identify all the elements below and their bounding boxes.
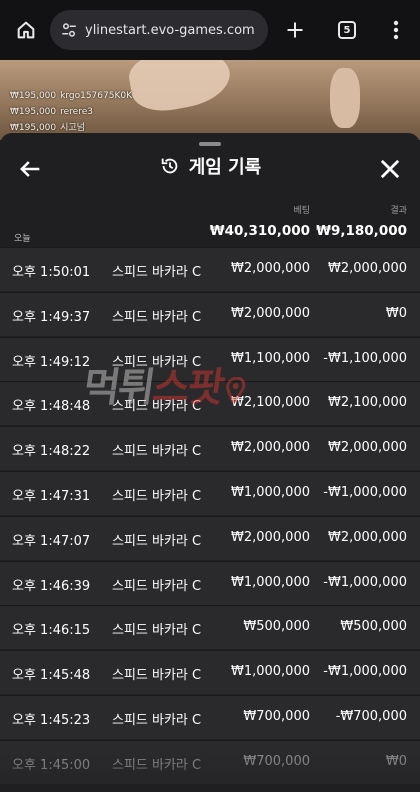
row-time: 오후 1:47:07	[12, 533, 91, 549]
row-game: 스피드 바카라 C	[112, 712, 202, 728]
row-game: 스피드 바카라 C	[112, 309, 202, 325]
summary-header: 베팅 결과 오늘 ₩40,310,000 ₩9,180,000	[0, 199, 420, 249]
row-bet: ₩2,000,000	[230, 305, 310, 321]
tab-count: 5	[338, 21, 356, 39]
row-result: ₩500,000	[340, 619, 407, 635]
history-row[interactable]: 오후 1:47:07 스피드 바카라 C ₩2,000,000 ₩2,000,0…	[0, 515, 420, 560]
row-bet: ₩1,000,000	[230, 664, 310, 680]
row-game: 스피드 바카라 C	[112, 668, 202, 684]
row-bet: ₩1,000,000	[230, 574, 310, 590]
row-time: 오후 1:48:22	[12, 444, 91, 460]
drag-handle[interactable]	[199, 142, 221, 146]
row-time: 오후 1:46:15	[12, 623, 91, 639]
history-row[interactable]: 오후 1:47:31 스피드 바카라 C ₩1,000,000 -₩1,000,…	[0, 470, 420, 515]
home-icon[interactable]	[10, 14, 42, 46]
location-pin-icon	[226, 377, 246, 403]
bet-column-header: 베팅	[293, 206, 310, 216]
today-label: 오늘	[14, 234, 31, 244]
panel-header: 게임 기록	[0, 147, 420, 191]
row-bet: ₩2,000,000	[230, 529, 310, 545]
game-video-background: ₩195,000 krgo157675K0K ₩195,000 rerere3 ₩1…	[0, 60, 420, 140]
row-bet: ₩700,000	[243, 753, 310, 769]
row-time: 오후 1:47:31	[12, 488, 91, 504]
history-row[interactable]: 오후 1:45:48 스피드 바카라 C ₩1,000,000 -₩1,000,…	[0, 650, 420, 695]
history-row[interactable]: 오후 1:46:15 스피드 바카라 C ₩500,000 ₩500,000	[0, 605, 420, 650]
history-row[interactable]: 오후 1:48:22 스피드 바카라 C ₩2,000,000 ₩2,000,0…	[0, 426, 420, 471]
history-row[interactable]: 오후 1:50:01 스피드 바카라 C ₩2,000,000 ₩2,000,0…	[0, 247, 420, 291]
tab-switcher-icon[interactable]: 5	[331, 14, 363, 46]
row-game: 스피드 바카라 C	[112, 488, 202, 504]
row-result: -₩1,000,000	[323, 484, 407, 500]
row-result: ₩2,000,000	[327, 440, 407, 456]
row-time: 오후 1:45:23	[12, 712, 91, 728]
winner-entry: ₩195,000 rerere3	[10, 107, 93, 117]
row-result: ₩0	[385, 305, 407, 321]
row-bet: ₩1,000,000	[230, 484, 310, 500]
row-result: ₩0	[385, 753, 407, 769]
address-bar[interactable]: ylinestart.evo-games.com	[50, 10, 268, 50]
row-time: 오후 1:45:00	[12, 757, 91, 773]
history-row[interactable]: 오후 1:45:00 스피드 바카라 C ₩700,000 ₩0	[0, 739, 420, 784]
tune-icon[interactable]	[60, 21, 78, 39]
total-bet: ₩40,310,000	[209, 223, 310, 239]
row-game: 스피드 바카라 C	[112, 533, 202, 549]
panel-title: 게임 기록	[188, 157, 262, 178]
row-game: 스피드 바카라 C	[112, 265, 202, 280]
more-vert-icon[interactable]	[380, 14, 412, 46]
row-game: 스피드 바카라 C	[112, 623, 202, 639]
row-game: 스피드 바카라 C	[112, 578, 202, 594]
row-time: 오후 1:50:01	[12, 265, 91, 280]
row-result: -₩1,000,000	[323, 664, 407, 680]
row-time: 오후 1:45:48	[12, 668, 91, 684]
row-result: ₩2,000,000	[327, 261, 407, 276]
close-icon	[380, 159, 400, 179]
row-bet: ₩2,000,000	[230, 261, 310, 276]
winners-list: ₩195,000 krgo157675K0K ₩195,000 rerere3 ₩1…	[10, 88, 132, 136]
row-bet: ₩500,000	[243, 619, 310, 635]
game-history-panel: 게임 기록 베팅 결과 오늘 ₩40,310,000 ₩9,180,000 오후…	[0, 133, 420, 792]
panel-title-group: 게임 기록	[0, 153, 420, 179]
winner-entry: ₩195,000 krgo157675K0K	[10, 91, 132, 101]
total-result: ₩9,180,000	[316, 223, 407, 239]
row-result: -₩1,000,000	[323, 574, 407, 590]
watermark-logo: 먹튀스팟	[80, 355, 251, 413]
dealer-hand-right	[330, 68, 360, 128]
row-time: 오후 1:49:12	[12, 354, 91, 370]
url-text: ylinestart.evo-games.com	[85, 22, 255, 38]
history-list: 오후 1:50:01 스피드 바카라 C ₩2,000,000 ₩2,000,0…	[0, 247, 420, 785]
row-bet: ₩2,000,000	[230, 440, 310, 456]
history-row[interactable]: 오후 1:49:37 스피드 바카라 C ₩2,000,000 ₩0	[0, 291, 420, 336]
row-time: 오후 1:48:48	[12, 399, 91, 415]
row-result: -₩1,100,000	[323, 350, 407, 366]
row-result: ₩2,100,000	[327, 395, 407, 411]
close-button[interactable]	[376, 155, 404, 183]
row-game: 스피드 바카라 C	[112, 444, 202, 460]
plus-icon[interactable]	[279, 14, 311, 46]
history-row[interactable]: 오후 1:45:23 스피드 바카라 C ₩700,000 -₩700,000	[0, 694, 420, 739]
row-time: 오후 1:46:39	[12, 578, 91, 594]
dealer-hand	[125, 60, 235, 117]
row-result: ₩2,000,000	[327, 529, 407, 545]
result-column-header: 결과	[390, 206, 407, 216]
history-icon	[161, 158, 178, 174]
row-game: 스피드 바카라 C	[112, 757, 202, 773]
row-bet: ₩700,000	[243, 708, 310, 724]
row-time: 오후 1:49:37	[12, 309, 91, 325]
history-row[interactable]: 오후 1:46:39 스피드 바카라 C ₩1,000,000 -₩1,000,…	[0, 560, 420, 605]
row-result: -₩700,000	[335, 708, 407, 724]
browser-toolbar: ylinestart.evo-games.com 5	[0, 0, 420, 60]
